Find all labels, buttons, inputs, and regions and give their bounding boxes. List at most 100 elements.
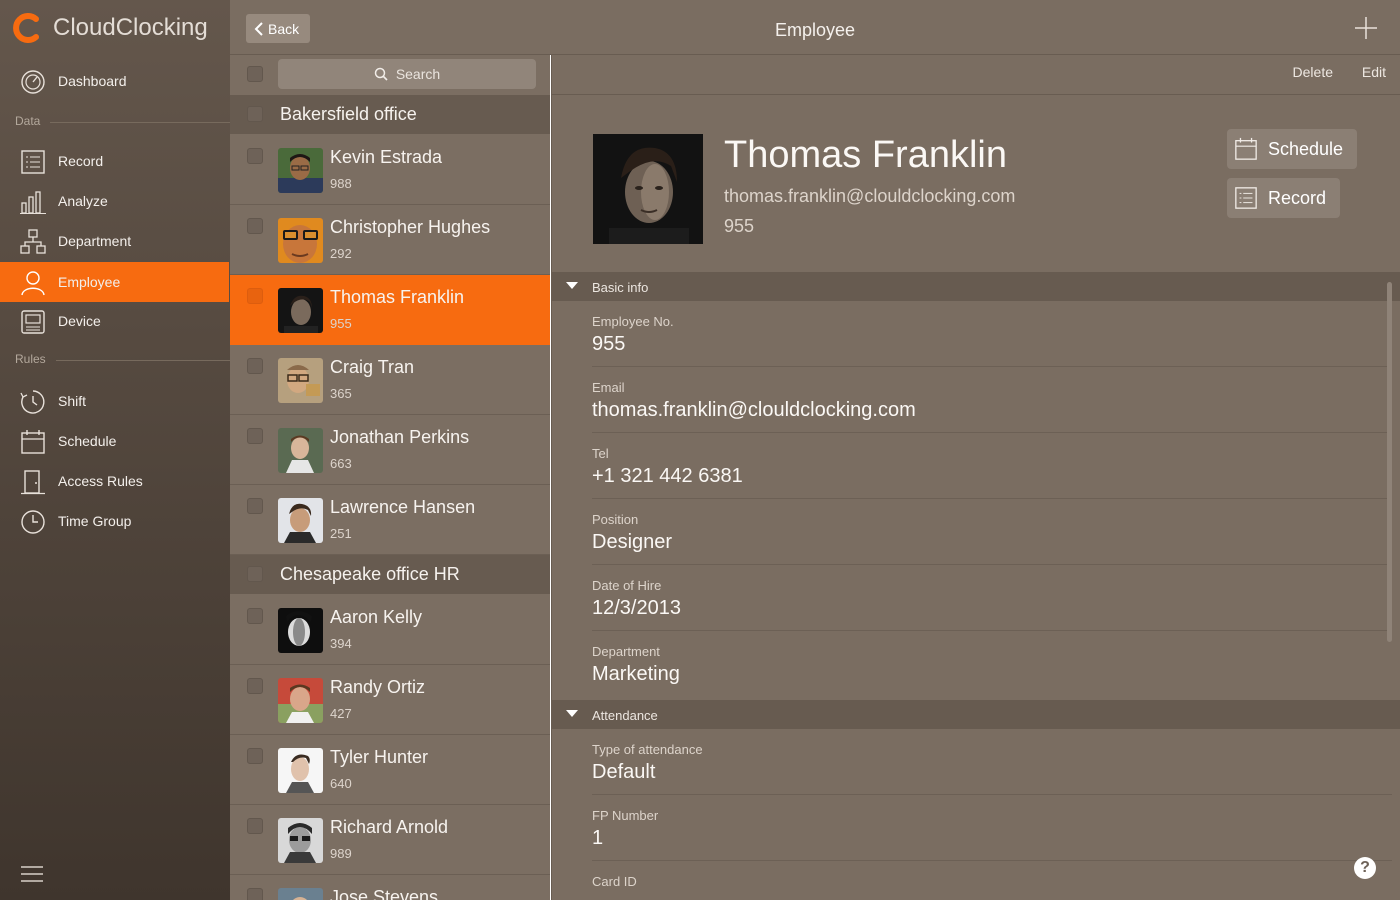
add-icon[interactable] bbox=[1354, 16, 1378, 40]
employee-name: Aaron Kelly bbox=[330, 607, 423, 627]
device-icon bbox=[21, 310, 45, 334]
chevron-left-icon bbox=[254, 21, 263, 36]
clock-icon bbox=[21, 510, 45, 534]
avatar bbox=[278, 288, 323, 333]
sidebar-item-record[interactable]: Record bbox=[0, 141, 229, 181]
row-checkbox[interactable] bbox=[247, 748, 263, 764]
row-checkbox[interactable] bbox=[247, 358, 263, 374]
field-employee-no: Employee No. 955 bbox=[592, 301, 1392, 367]
dashboard-icon bbox=[21, 70, 45, 94]
sidebar-item-label: Schedule bbox=[58, 433, 117, 449]
triangle-down-icon bbox=[566, 710, 578, 717]
employee-name: Richard Arnold bbox=[330, 817, 449, 837]
list-item-employee[interactable]: Richard Arnold 989 bbox=[230, 805, 550, 875]
shift-clock-icon bbox=[20, 390, 45, 414]
edit-button[interactable]: Edit bbox=[1362, 64, 1386, 80]
sidebar-item-label: Department bbox=[58, 233, 132, 249]
help-button[interactable]: ? bbox=[1354, 857, 1376, 879]
row-checkbox[interactable] bbox=[247, 498, 263, 514]
sidebar-item-analyze[interactable]: Analyze bbox=[0, 181, 229, 221]
field-label: Position bbox=[592, 512, 639, 527]
employee-id: 989 bbox=[330, 846, 352, 861]
field-card-id: Card ID bbox=[592, 861, 1392, 900]
hamburger-menu-icon[interactable] bbox=[20, 864, 44, 884]
employee-detail-pane: Delete Edit Thomas Franklin thomas.frank… bbox=[551, 55, 1400, 900]
sidebar-item-access-rules[interactable]: Access Rules bbox=[0, 461, 229, 501]
sidebar-item-schedule[interactable]: Schedule bbox=[0, 421, 229, 461]
avatar bbox=[278, 358, 323, 403]
section-header-attendance[interactable]: Attendance bbox=[552, 700, 1400, 729]
list-item-employee-selected[interactable]: Thomas Franklin 955 bbox=[230, 275, 550, 345]
employee-name: Lawrence Hansen bbox=[330, 497, 476, 517]
employee-name: Craig Tran bbox=[330, 357, 415, 377]
list-item-employee[interactable]: Craig Tran 365 bbox=[230, 345, 550, 415]
section-title: Basic info bbox=[592, 280, 649, 295]
group-name: Chesapeake office HR bbox=[280, 564, 460, 584]
calendar-icon bbox=[21, 430, 45, 454]
field-label: Tel bbox=[592, 446, 609, 461]
field-value: thomas.franklin@clouldclocking.com bbox=[592, 399, 916, 421]
list-item-employee[interactable]: Kevin Estrada 988 bbox=[230, 135, 550, 205]
sidebar-item-employee[interactable]: Employee bbox=[0, 262, 229, 302]
avatar bbox=[278, 498, 323, 543]
schedule-button[interactable]: Schedule bbox=[1227, 129, 1358, 169]
sidebar-item-device[interactable]: Device bbox=[0, 301, 229, 341]
sidebar-item-label: Device bbox=[58, 313, 101, 329]
avatar bbox=[278, 608, 323, 653]
row-checkbox[interactable] bbox=[247, 608, 263, 624]
row-checkbox[interactable] bbox=[247, 818, 263, 834]
group-checkbox[interactable] bbox=[247, 106, 263, 122]
avatar bbox=[278, 818, 323, 863]
field-label: Department bbox=[592, 644, 660, 659]
list-item-employee[interactable]: Randy Ortiz 427 bbox=[230, 665, 550, 735]
group-checkbox[interactable] bbox=[247, 566, 263, 582]
section-header-basic-info[interactable]: Basic info bbox=[552, 272, 1400, 301]
avatar bbox=[278, 428, 323, 473]
field-fp-number: FP Number 1 bbox=[592, 795, 1392, 861]
employee-id: 955 bbox=[330, 316, 352, 331]
scrollbar[interactable] bbox=[1387, 282, 1392, 642]
row-checkbox[interactable] bbox=[247, 218, 263, 234]
list-item-employee[interactable]: Lawrence Hansen 251 bbox=[230, 485, 550, 555]
field-value: Default bbox=[592, 761, 656, 783]
back-button[interactable]: Back bbox=[246, 14, 310, 43]
employee-id: 251 bbox=[330, 526, 352, 541]
sidebar-item-department[interactable]: Department bbox=[0, 221, 229, 261]
schedule-label: Schedule bbox=[1268, 138, 1344, 159]
employee-id: 292 bbox=[330, 246, 352, 261]
sidebar-item-shift[interactable]: Shift bbox=[0, 381, 229, 421]
page-title: Employee bbox=[774, 20, 856, 40]
list-item-employee[interactable]: Aaron Kelly 394 bbox=[230, 595, 550, 665]
sidebar-item-label: Employee bbox=[58, 274, 121, 290]
row-checkbox[interactable] bbox=[247, 888, 263, 900]
avatar bbox=[278, 888, 323, 900]
sidebar-item-dashboard[interactable]: Dashboard bbox=[0, 61, 229, 101]
search-input[interactable]: Search bbox=[278, 59, 536, 89]
detail-action-bar: Delete Edit bbox=[552, 55, 1400, 95]
employee-id: 988 bbox=[330, 176, 352, 191]
field-department: Department Marketing bbox=[592, 631, 1392, 697]
sidebar-item-label: Dashboard bbox=[58, 73, 127, 89]
select-all-checkbox[interactable] bbox=[247, 66, 263, 82]
search-icon bbox=[374, 67, 388, 81]
list-item-employee[interactable]: Jose Stevens bbox=[230, 875, 550, 900]
sidebar-item-label: Time Group bbox=[58, 513, 132, 529]
section-title: Attendance bbox=[592, 708, 658, 723]
list-icon bbox=[1235, 187, 1257, 209]
search-row: Search bbox=[230, 56, 550, 95]
sidebar-item-time-group[interactable]: Time Group bbox=[0, 501, 229, 541]
list-item-employee[interactable]: Christopher Hughes 292 bbox=[230, 205, 550, 275]
record-button[interactable]: Record bbox=[1227, 178, 1341, 218]
field-type-of-attendance: Type of attendance Default bbox=[592, 729, 1392, 795]
delete-button[interactable]: Delete bbox=[1293, 64, 1333, 80]
list-item-employee[interactable]: Jonathan Perkins 663 bbox=[230, 415, 550, 485]
list-item-employee[interactable]: Tyler Hunter 640 bbox=[230, 735, 550, 805]
field-value: Designer bbox=[592, 531, 673, 553]
row-checkbox[interactable] bbox=[247, 148, 263, 164]
row-checkbox[interactable] bbox=[247, 288, 263, 304]
employee-name: Jose Stevens bbox=[330, 887, 439, 900]
employee-name: Randy Ortiz bbox=[330, 677, 426, 697]
employee-name: Jonathan Perkins bbox=[330, 427, 470, 447]
row-checkbox[interactable] bbox=[247, 428, 263, 444]
row-checkbox[interactable] bbox=[247, 678, 263, 694]
